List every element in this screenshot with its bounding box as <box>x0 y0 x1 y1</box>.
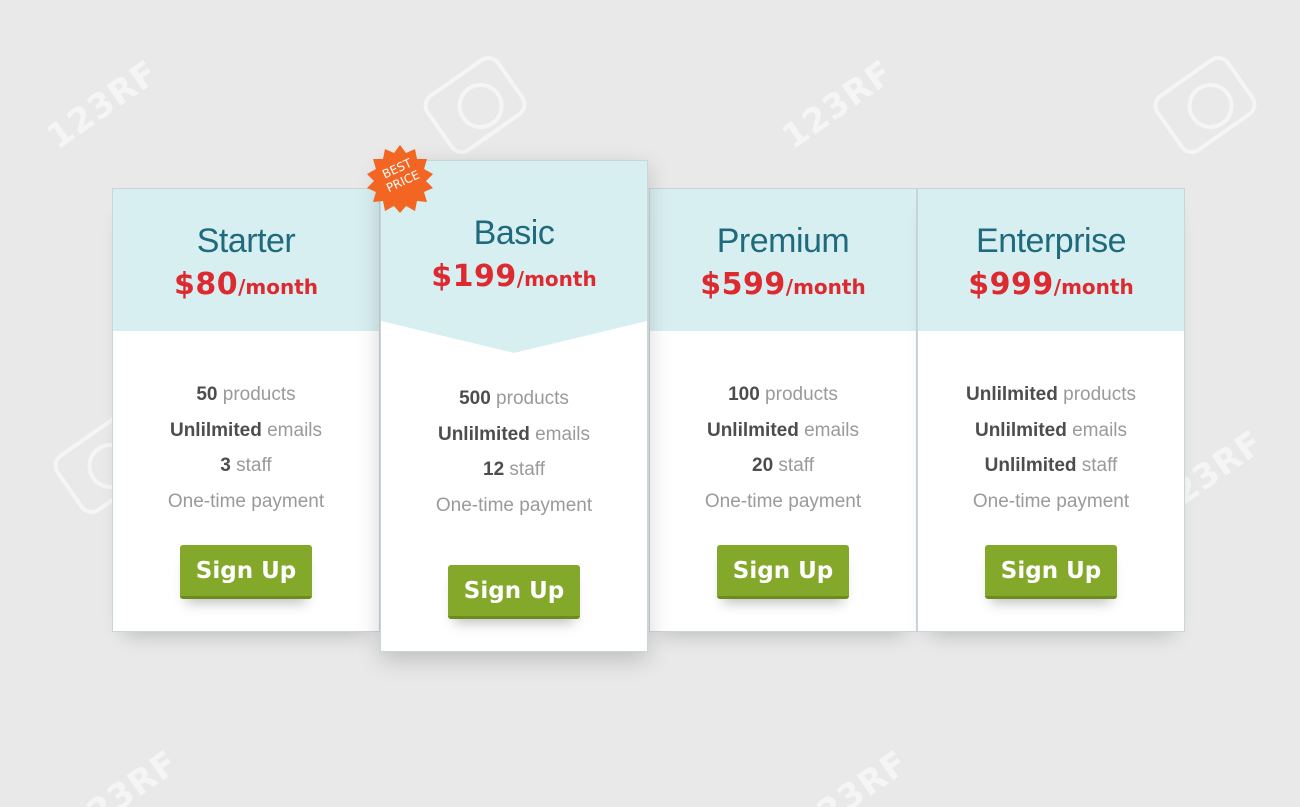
feature-item: One-time payment <box>704 490 862 512</box>
watermark: 123RF <box>774 52 901 158</box>
feature-item: 3 staff <box>220 455 272 476</box>
feature-item: Unlilmited emails <box>169 419 323 441</box>
plan-name: Basic <box>473 214 555 252</box>
feature-item: 500 products <box>459 388 569 409</box>
feature-item: Unlilmited staff <box>984 455 1118 476</box>
price-amount: $999 <box>968 267 1054 302</box>
plan-card-basic: Best Price Basic $199/month 500 products… <box>367 145 648 652</box>
plan-card-starter: Starter $80/month 50 products Unlilmited… <box>112 188 380 632</box>
plan-price: $80/month <box>113 267 379 308</box>
feature-list: 50 products Unlilmited emails 3 staff On… <box>113 377 379 519</box>
feature-item: One-time payment <box>435 494 593 516</box>
plan-card-premium: Premium $599/month 100 products Unlilmit… <box>649 188 917 632</box>
sign-up-button-premium[interactable]: Sign Up <box>717 545 849 599</box>
feature-item: One-time payment <box>167 490 325 512</box>
sign-up-button-starter[interactable]: Sign Up <box>180 545 312 599</box>
plan-card-enterprise: Enterprise $999/month Unlilmited product… <box>917 188 1185 632</box>
plan-name: Enterprise <box>976 222 1126 260</box>
feature-item: 100 products <box>728 384 838 405</box>
plan-price: $599/month <box>650 267 916 308</box>
feature-item: 12 staff <box>483 459 545 480</box>
feature-item: 20 staff <box>752 455 814 476</box>
feature-item: One-time payment <box>972 490 1130 512</box>
price-amount: $80 <box>173 267 239 302</box>
watermark: 123RF <box>789 742 916 807</box>
price-period: /month <box>516 267 597 291</box>
best-price-badge: Best Price <box>364 143 436 215</box>
price-amount: $599 <box>700 267 786 302</box>
plan-name: Premium <box>716 222 850 260</box>
price-period: /month <box>1053 275 1134 299</box>
watermark-camera-icon <box>1148 50 1262 160</box>
sign-up-button-enterprise[interactable]: Sign Up <box>985 545 1117 599</box>
feature-item: Unlilmited emails <box>706 419 860 441</box>
plan-header: Premium $599/month <box>650 189 916 331</box>
feature-list: 500 products Unlilmited emails 12 staff … <box>381 381 647 523</box>
sign-up-button-basic[interactable]: Sign Up <box>448 565 580 619</box>
feature-list: Unlilmited products Unlilmited emails Un… <box>918 377 1184 519</box>
feature-list: 100 products Unlilmited emails 20 staff … <box>650 377 916 519</box>
feature-item: Unlilmited emails <box>974 419 1128 441</box>
plan-price: $999/month <box>918 267 1184 308</box>
plan-header: Enterprise $999/month <box>918 189 1184 331</box>
price-period: /month <box>785 275 866 299</box>
plan-name: Starter <box>196 222 296 260</box>
price-amount: $199 <box>431 259 517 294</box>
plan-price: $199/month <box>381 259 647 300</box>
feature-item: Unlilmited emails <box>437 423 591 445</box>
price-period: /month <box>238 275 319 299</box>
watermark: 123RF <box>59 742 186 807</box>
watermark: 123RF <box>39 52 166 158</box>
plan-header: Starter $80/month <box>113 189 379 331</box>
pricing-table: Starter $80/month 50 products Unlilmited… <box>112 145 1185 652</box>
feature-item: Unlilmited products <box>966 384 1136 405</box>
feature-item: 50 products <box>196 384 296 405</box>
